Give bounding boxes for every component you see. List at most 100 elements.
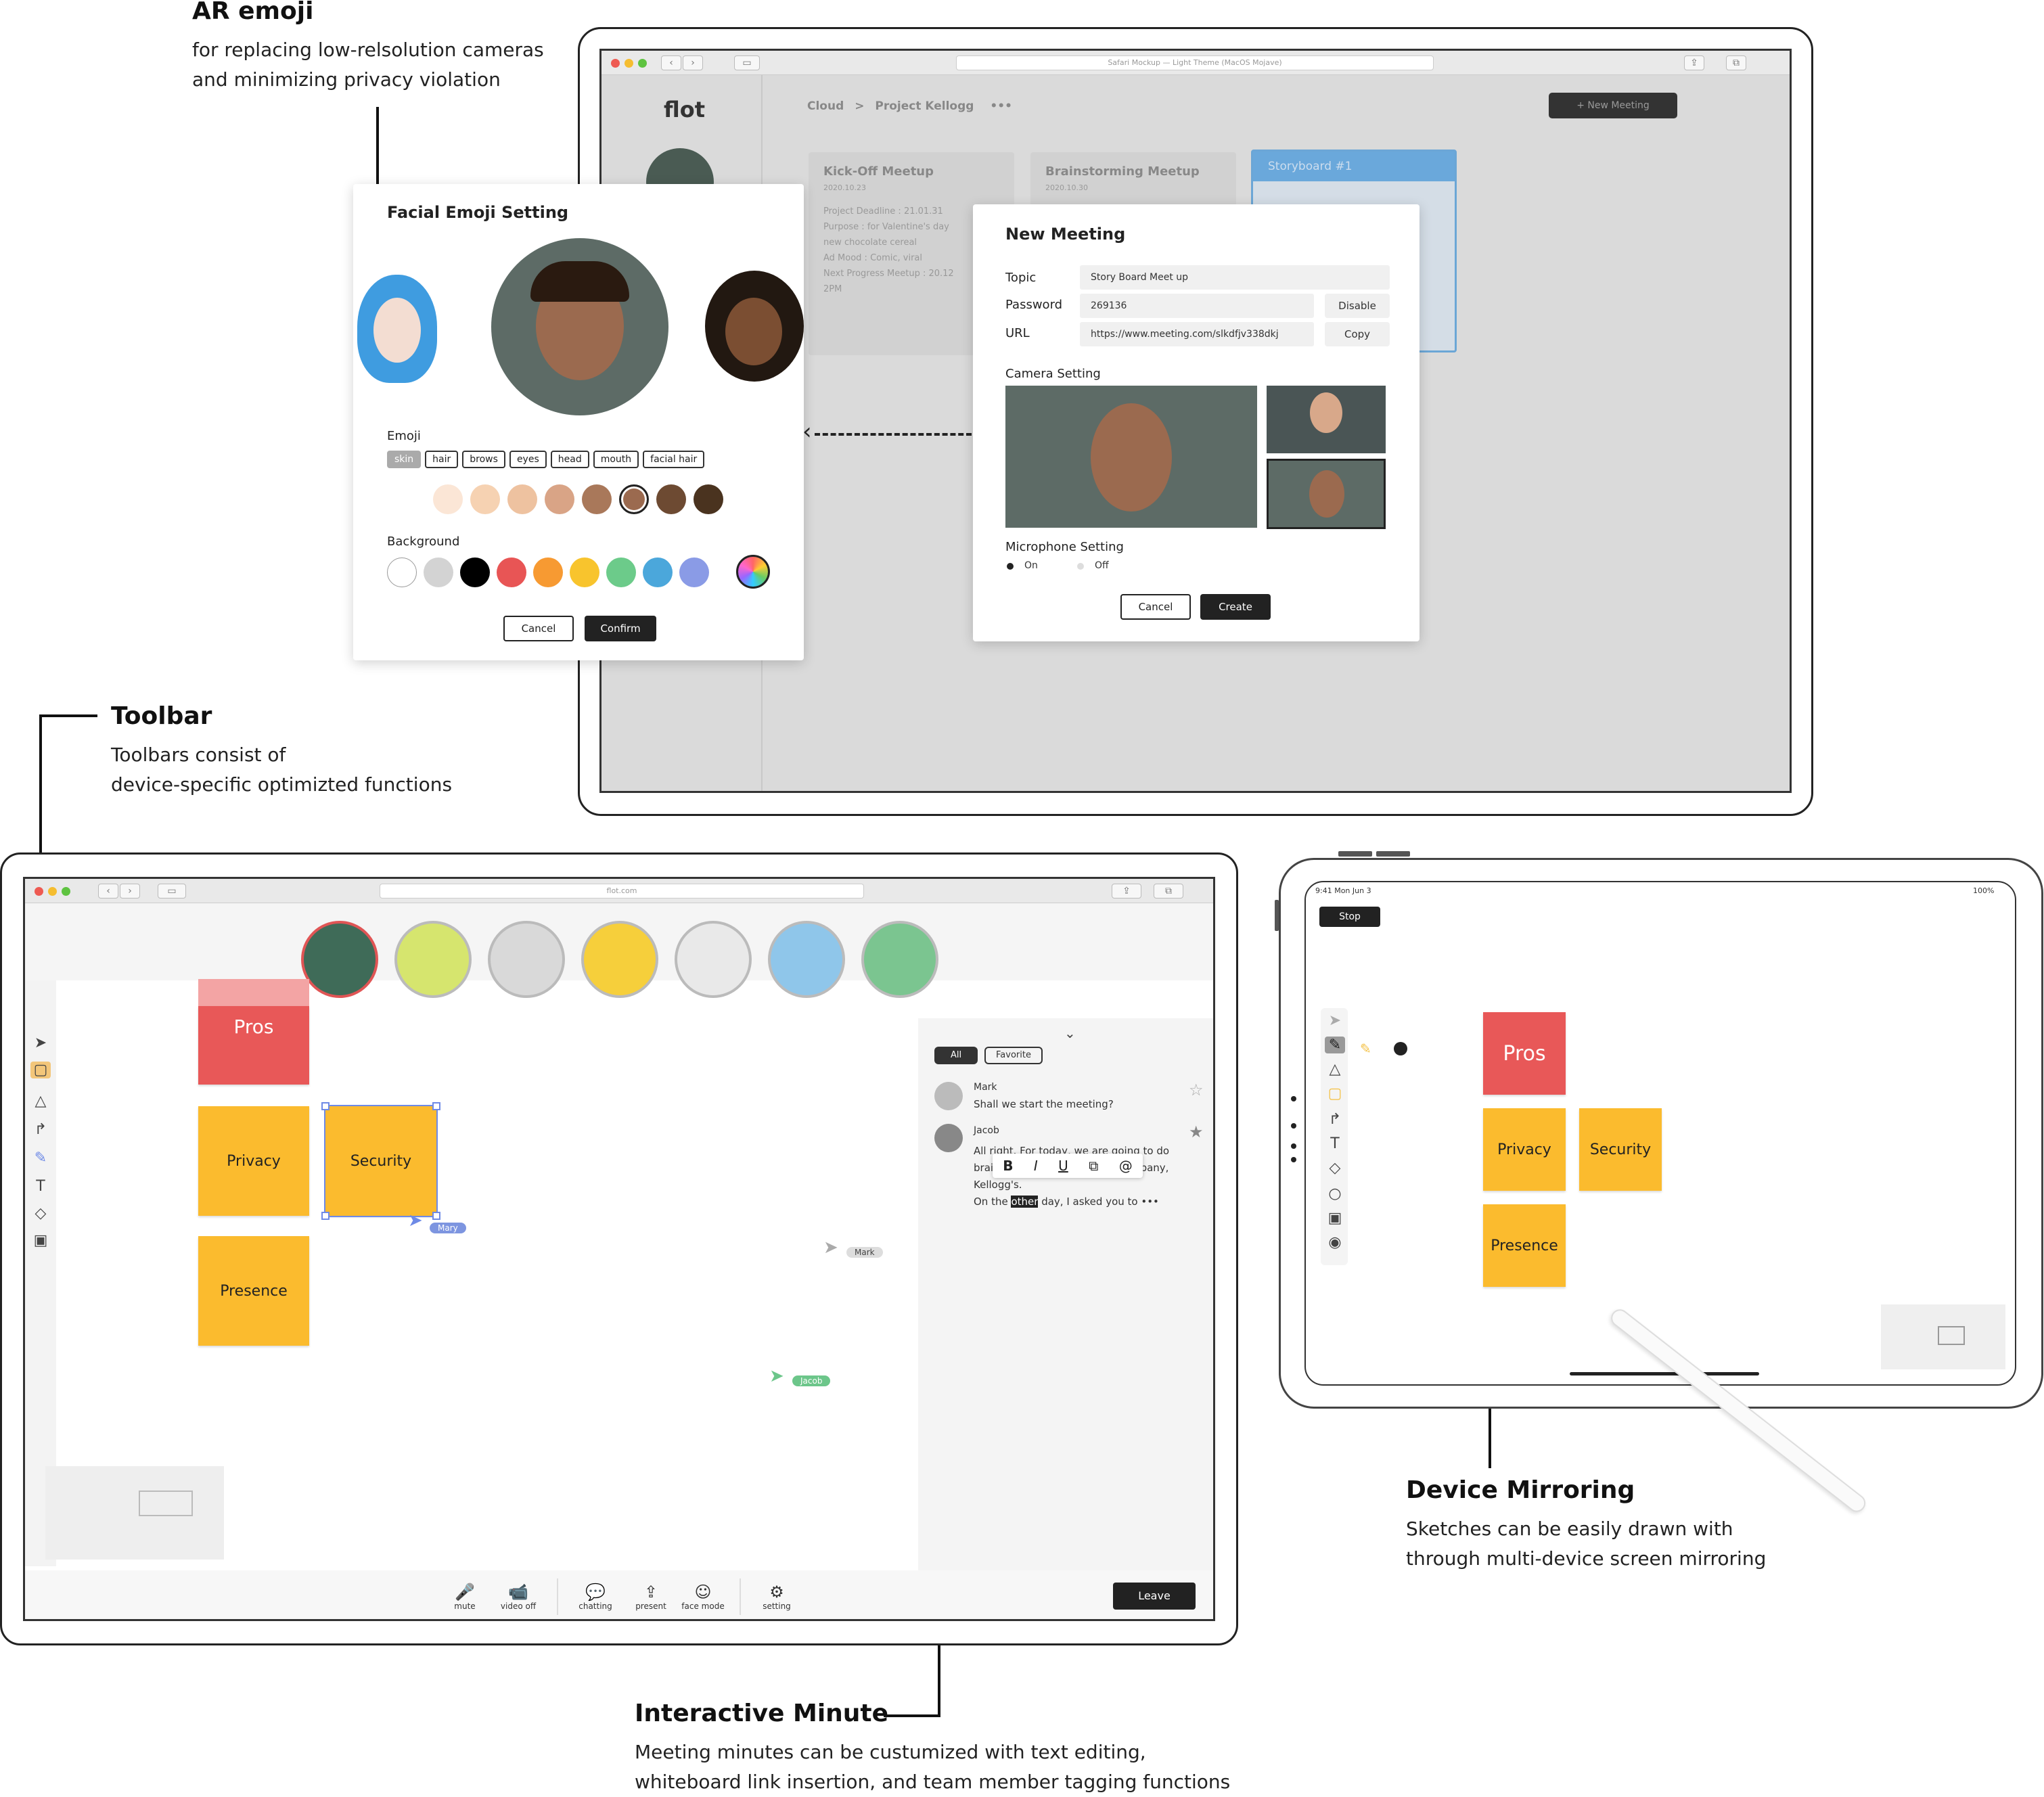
participant-avatar-6[interactable]: [768, 921, 845, 998]
participant-avatar-3[interactable]: [488, 921, 565, 998]
tag-eyes[interactable]: eyes: [509, 451, 547, 468]
image-tool-icon[interactable]: ▣: [1325, 1210, 1345, 1227]
share-icon[interactable]: ⇪: [1684, 55, 1704, 70]
skin-color-swatch[interactable]: [433, 484, 463, 514]
favorite-star-icon[interactable]: ☆: [1189, 1081, 1204, 1099]
tabs-icon[interactable]: ⧉: [1726, 55, 1746, 70]
copy-button[interactable]: Copy: [1325, 322, 1390, 346]
skin-color-swatch[interactable]: [545, 484, 574, 514]
shapes-tool-icon[interactable]: △: [30, 1093, 51, 1110]
link-insert-icon[interactable]: ⧉: [1089, 1158, 1098, 1174]
present-button[interactable]: ⇪ present: [627, 1583, 675, 1611]
skin-color-swatch[interactable]: [694, 484, 723, 514]
select-tool-icon[interactable]: ➤: [1325, 1012, 1345, 1029]
emoji-cancel-button[interactable]: Cancel: [503, 616, 574, 641]
skin-color-swatch[interactable]: [656, 484, 686, 514]
background-color-swatch[interactable]: [460, 558, 490, 587]
pen-color-swatch[interactable]: [1394, 1042, 1407, 1055]
shapes-tool-icon[interactable]: △: [1325, 1061, 1345, 1078]
camera-option-real[interactable]: [1267, 386, 1386, 453]
maximize-dot-icon[interactable]: [62, 887, 70, 896]
highlighter-icon[interactable]: ✎: [1360, 1041, 1371, 1057]
background-color-swatch[interactable]: [387, 558, 417, 587]
url-bar[interactable]: Safari Mockup — Light Theme (MacOS Mojav…: [956, 55, 1434, 70]
minimap-viewport[interactable]: [139, 1491, 193, 1516]
setting-button[interactable]: ⚙ setting: [753, 1583, 800, 1611]
favorite-star-filled-icon[interactable]: ★: [1189, 1122, 1204, 1141]
forward-icon[interactable]: ›: [120, 884, 140, 898]
breadcrumb-cloud[interactable]: Cloud: [807, 99, 844, 113]
skin-color-swatch[interactable]: [582, 484, 612, 514]
participant-avatar-5[interactable]: [675, 921, 752, 998]
more-icon[interactable]: •••: [990, 99, 1012, 113]
underline-icon[interactable]: U: [1058, 1158, 1068, 1174]
emoji-confirm-button[interactable]: Confirm: [585, 616, 656, 641]
background-color-swatch[interactable]: [606, 558, 636, 587]
eraser-tool-icon[interactable]: ◇: [30, 1205, 51, 1222]
background-color-swatch[interactable]: [424, 558, 453, 587]
sticky-note-presence[interactable]: Presence: [198, 1236, 309, 1346]
skin-color-swatch[interactable]: [470, 484, 500, 514]
pen-tool-icon[interactable]: ✎: [30, 1150, 51, 1166]
url-input[interactable]: https://www.meeting.com/slkdfjv338dkj: [1080, 322, 1314, 346]
pen-tool-icon[interactable]: ✎: [1325, 1037, 1345, 1053]
tag-brows[interactable]: brows: [462, 451, 505, 468]
participant-avatar-2[interactable]: [394, 921, 472, 998]
image-tool-icon[interactable]: ▣: [30, 1232, 51, 1249]
close-dot-icon[interactable]: [35, 887, 43, 896]
emoji-left-alt-icon[interactable]: [357, 275, 437, 383]
skin-color-swatch[interactable]: [619, 484, 649, 514]
tag-mouth[interactable]: mouth: [593, 451, 639, 468]
connector-tool-icon[interactable]: ↱: [30, 1121, 51, 1138]
collapse-chevron-icon[interactable]: ⌄: [1064, 1025, 1076, 1041]
leave-button[interactable]: Leave: [1113, 1583, 1196, 1610]
tag-hair[interactable]: hair: [425, 451, 459, 468]
background-color-swatch[interactable]: [570, 558, 599, 587]
sticky-note-security[interactable]: Security: [324, 1105, 438, 1217]
background-color-swatch[interactable]: [679, 558, 709, 587]
sticky-note-presence[interactable]: Presence: [1483, 1204, 1566, 1287]
lasso-tool-icon[interactable]: ○: [1325, 1185, 1345, 1202]
sticky-note-tool-icon[interactable]: ▢: [1325, 1085, 1345, 1102]
emoji-right-alt-icon[interactable]: [705, 271, 804, 382]
minimap-viewport[interactable]: [1938, 1326, 1965, 1345]
minimize-dot-icon[interactable]: [48, 887, 57, 896]
video-off-button[interactable]: 📹 video off: [495, 1583, 542, 1611]
mic-off-radio[interactable]: [1077, 563, 1084, 570]
skin-color-swatch[interactable]: [507, 484, 537, 514]
sidebar-icon[interactable]: ▭: [734, 55, 760, 70]
mute-button[interactable]: 🎤 mute: [445, 1583, 485, 1611]
tab-favorite[interactable]: Favorite: [984, 1047, 1043, 1064]
select-tool-icon[interactable]: ➤: [30, 1034, 51, 1051]
topic-input[interactable]: Story Board Meet up: [1080, 265, 1390, 290]
sticky-note-privacy[interactable]: Privacy: [1483, 1108, 1566, 1191]
participant-avatar-7[interactable]: [861, 921, 938, 998]
camera-option-emoji[interactable]: [1267, 459, 1386, 529]
tag-facial-hair[interactable]: facial hair: [643, 451, 705, 468]
tag-head[interactable]: head: [550, 451, 589, 468]
sticky-note-security[interactable]: Security: [1579, 1108, 1662, 1191]
connector-tool-icon[interactable]: ↱: [1325, 1111, 1345, 1128]
minimize-dot-icon[interactable]: [624, 59, 633, 68]
resize-handle[interactable]: [432, 1212, 440, 1220]
stop-mirroring-button[interactable]: Stop: [1319, 907, 1380, 927]
resize-handle[interactable]: [321, 1102, 330, 1110]
italic-icon[interactable]: I: [1034, 1158, 1038, 1174]
sticky-note-privacy[interactable]: Privacy: [198, 1106, 309, 1216]
sidebar-icon[interactable]: ▭: [158, 884, 186, 898]
new-meeting-button[interactable]: + New Meeting: [1549, 93, 1677, 118]
disable-button[interactable]: Disable: [1325, 294, 1390, 318]
mention-icon[interactable]: @: [1119, 1158, 1133, 1174]
selected-text[interactable]: other: [1011, 1196, 1039, 1208]
share-icon[interactable]: ⇪: [1112, 884, 1141, 898]
forward-icon[interactable]: ›: [683, 55, 703, 70]
close-dot-icon[interactable]: [611, 59, 620, 68]
face-mode-button[interactable]: ☺ face mode: [676, 1583, 730, 1611]
sticky-note-pros[interactable]: Pros: [1483, 1012, 1566, 1095]
text-tool-icon[interactable]: T: [1325, 1135, 1345, 1152]
meeting-cancel-button[interactable]: Cancel: [1120, 594, 1191, 620]
participant-avatar-4[interactable]: [581, 921, 658, 998]
record-tool-icon[interactable]: ◉: [1325, 1234, 1345, 1251]
tag-skin[interactable]: skin: [387, 451, 422, 468]
mic-on-radio[interactable]: [1007, 563, 1014, 570]
